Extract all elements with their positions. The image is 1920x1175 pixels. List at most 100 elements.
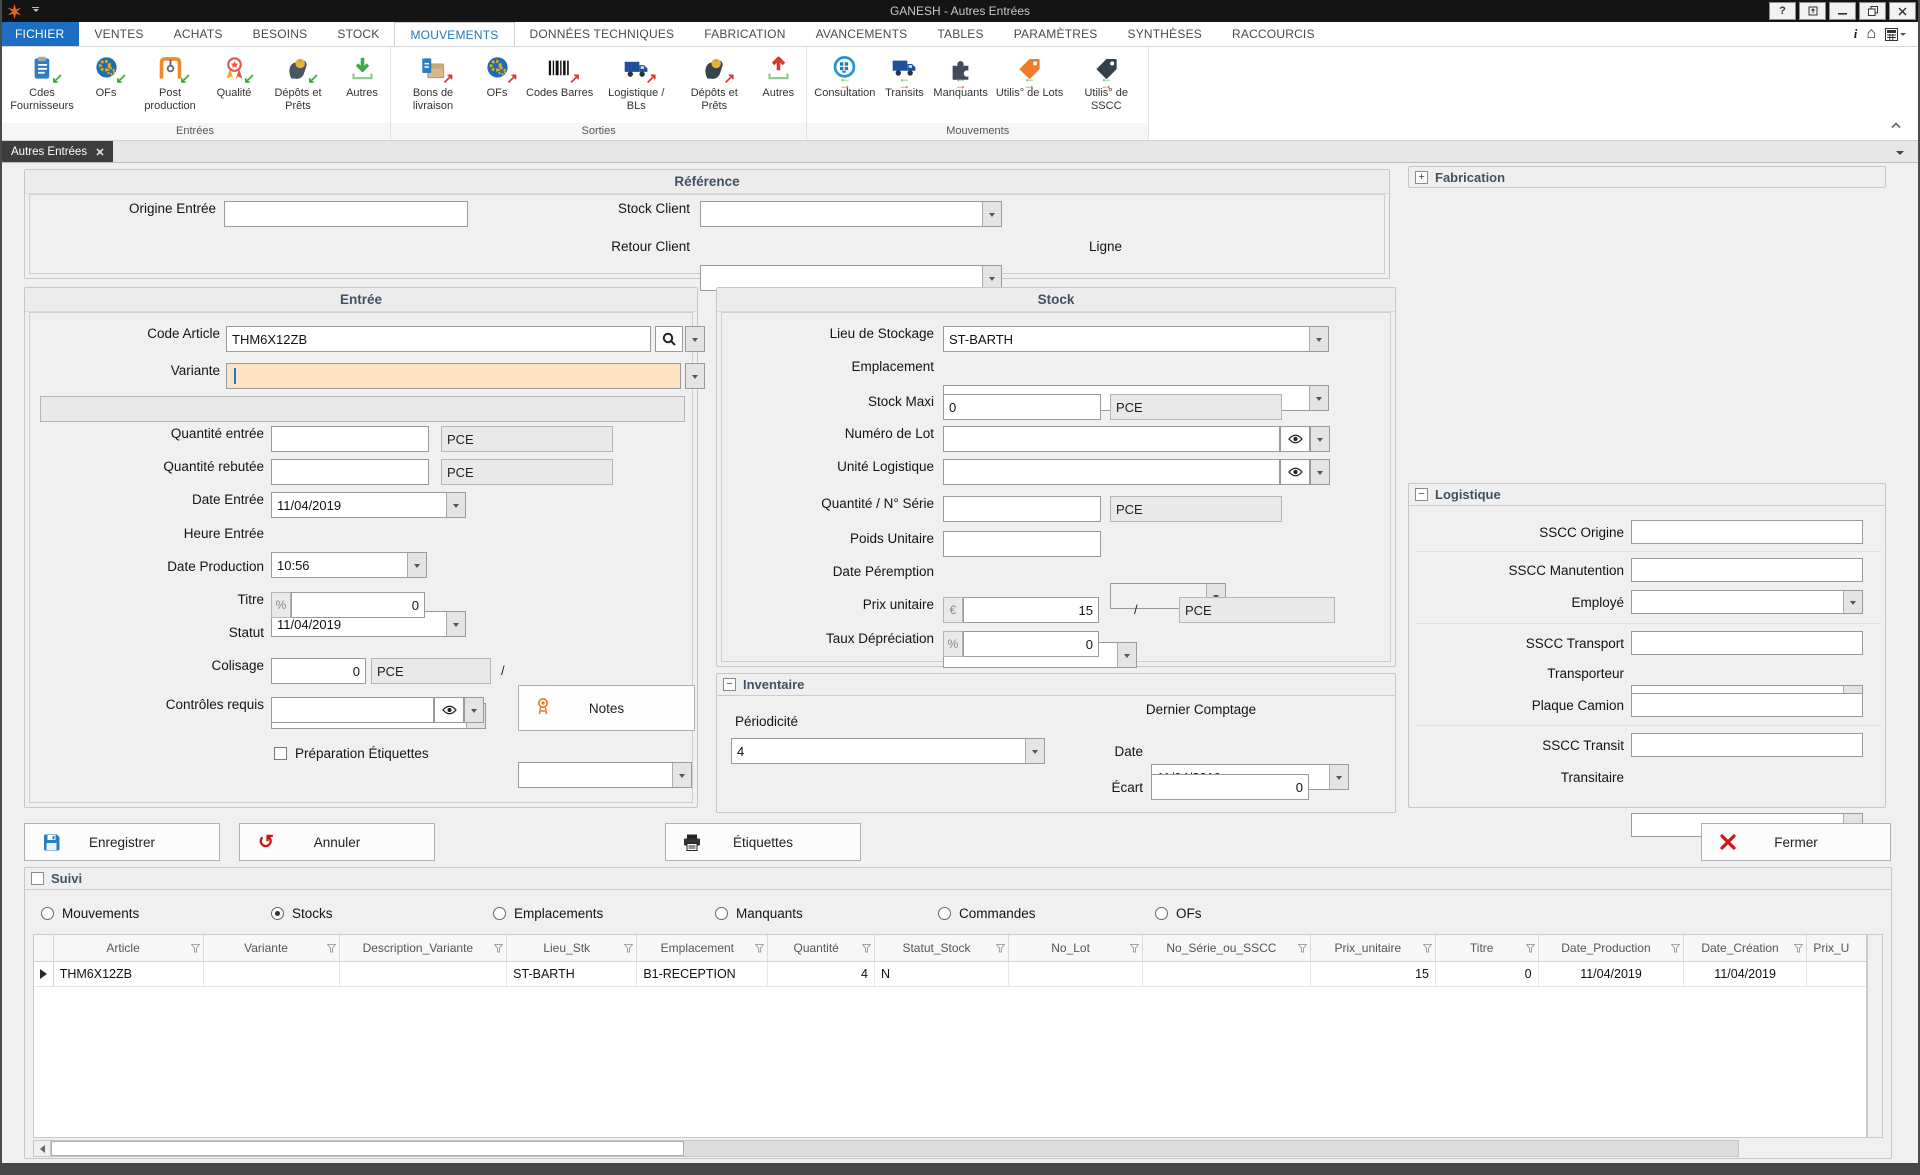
collapse-icon[interactable]: − <box>723 678 736 691</box>
ribbon-item-depots-prets-entree[interactable]: ↙ Dépôts et Prêts <box>259 49 337 114</box>
sscc-manutention-input[interactable] <box>1631 558 1863 582</box>
colisage-combo[interactable] <box>518 762 692 788</box>
qte-rebutee-input[interactable] <box>271 459 429 485</box>
radio-manquants[interactable]: Manquants <box>715 906 803 921</box>
date-entree-combo[interactable]: 11/04/2019 <box>271 492 466 518</box>
col-variante[interactable]: Variante <box>204 935 340 961</box>
col-date-creation[interactable]: Date_Création <box>1684 935 1806 961</box>
col-description-variante[interactable]: Description_Variante <box>340 935 508 961</box>
ribbon-item-transits[interactable]: ←→ Transits <box>879 49 929 101</box>
table-row[interactable]: THM6X12ZB ST-BARTH B1-RECEPTION 4 N 15 0… <box>34 962 1866 987</box>
variante-dropdown-icon[interactable] <box>685 363 705 389</box>
qte-entree-input[interactable] <box>271 426 429 452</box>
eye-icon[interactable] <box>434 697 464 723</box>
tab-mouvements[interactable]: MOUVEMENTS <box>394 22 514 46</box>
code-article-input[interactable]: THM6X12ZB <box>226 326 651 352</box>
col-prix-u[interactable]: Prix_U <box>1807 935 1866 961</box>
taux-depreciation-input[interactable]: 0 <box>963 631 1099 657</box>
ribbon-pin-button[interactable] <box>1799 2 1826 20</box>
ribbon-item-cdes-fournisseurs[interactable]: ↙ Cdes Fournisseurs <box>3 49 81 114</box>
help-button[interactable]: ? <box>1769 2 1796 20</box>
lot-dropdown-icon[interactable] <box>1310 426 1330 452</box>
controles-dropdown-icon[interactable] <box>464 697 484 723</box>
eye-icon[interactable] <box>1280 426 1310 452</box>
ribbon-item-ofs-entree[interactable]: ↙ OFs <box>81 49 131 101</box>
horizontal-scrollbar[interactable] <box>33 1140 1739 1157</box>
col-lieu-stk[interactable]: Lieu_Stk <box>507 935 637 961</box>
tab-syntheses[interactable]: SYNTHÈSES <box>1113 22 1218 46</box>
tab-fichier[interactable]: FICHIER <box>0 22 79 46</box>
minimize-button[interactable] <box>1829 2 1856 20</box>
prix-unitaire-input[interactable]: 15 <box>963 597 1099 623</box>
radio-commandes[interactable]: Commandes <box>938 906 1036 921</box>
ribbon-item-bons-livraison[interactable]: ↗ Bons de livraison <box>394 49 472 114</box>
ribbon-item-qualite[interactable]: ↙ Qualité <box>209 49 259 101</box>
etiquettes-button[interactable]: Étiquettes <box>665 823 861 861</box>
info-icon[interactable]: i <box>1854 26 1858 42</box>
col-article[interactable]: Article <box>54 935 204 961</box>
enregistrer-button[interactable]: Enregistrer <box>24 823 220 861</box>
sscc-origine-input[interactable] <box>1631 520 1863 544</box>
restore-button[interactable] <box>1859 2 1886 20</box>
titre-input[interactable]: 0 <box>291 592 425 618</box>
ribbon-item-ofs-sortie[interactable]: ↗ OFs <box>472 49 522 101</box>
radio-ofs[interactable]: OFs <box>1155 906 1202 921</box>
radio-mouvements[interactable]: Mouvements <box>41 906 139 921</box>
vertical-scrollbar[interactable] <box>1867 934 1883 1138</box>
search-icon[interactable] <box>655 326 683 352</box>
variante-input[interactable] <box>226 363 681 389</box>
ribbon-item-codes-barres[interactable]: ↗ Codes Barres <box>522 49 597 101</box>
radio-emplacements[interactable]: Emplacements <box>493 906 603 921</box>
stock-client-combo[interactable] <box>700 201 1002 227</box>
tab-tables[interactable]: TABLES <box>922 22 998 46</box>
tab-besoins[interactable]: BESOINS <box>238 22 323 46</box>
scroll-left-icon[interactable] <box>34 1141 51 1156</box>
close-button[interactable] <box>1889 2 1916 20</box>
close-tab-icon[interactable] <box>96 148 104 156</box>
sscc-transport-input[interactable] <box>1631 631 1863 655</box>
col-emplacement[interactable]: Emplacement <box>637 935 768 961</box>
tab-stock[interactable]: STOCK <box>322 22 394 46</box>
notes-button[interactable]: Notes <box>518 685 695 731</box>
controles-requis-input[interactable] <box>271 697 434 723</box>
collapse-icon[interactable]: − <box>1415 488 1428 501</box>
plaque-camion-input[interactable] <box>1631 693 1863 717</box>
periodicite-combo[interactable]: 4 <box>731 738 1045 764</box>
ribbon-item-autres-sorties[interactable]: Autres <box>753 49 803 101</box>
stock-maxi-input[interactable]: 0 <box>943 394 1101 420</box>
col-no-lot[interactable]: No_Lot <box>1009 935 1143 961</box>
sscc-transit-input[interactable] <box>1631 733 1863 757</box>
prep-etiquettes-checkbox[interactable] <box>274 747 287 760</box>
col-prix-unitaire[interactable]: Prix_unitaire <box>1311 935 1436 961</box>
colisage-input[interactable]: 0 <box>271 658 366 684</box>
heure-entree-combo[interactable]: 10:56 <box>271 552 427 578</box>
radio-stocks[interactable]: Stocks <box>271 906 333 921</box>
tab-avancements[interactable]: AVANCEMENTS <box>801 22 923 46</box>
expand-icon[interactable]: + <box>1415 171 1428 184</box>
ul-dropdown-icon[interactable] <box>1310 459 1330 485</box>
origine-entree-input[interactable] <box>224 201 468 227</box>
ribbon-item-logistique-bls[interactable]: ↗ Logistique / BLs <box>597 49 675 114</box>
employe-combo[interactable] <box>1631 590 1863 614</box>
scrollbar-thumb[interactable] <box>51 1141 684 1156</box>
code-article-dropdown-icon[interactable] <box>685 326 705 352</box>
collapse-ribbon-icon[interactable] <box>1890 116 1902 134</box>
fermer-button[interactable]: Fermer <box>1701 823 1891 861</box>
lieu-stockage-combo[interactable]: ST-BARTH <box>943 326 1329 352</box>
ribbon-item-post-production[interactable]: ↙ Post production <box>131 49 209 114</box>
ribbon-item-manquants[interactable]: ←→ Manquants <box>929 49 991 101</box>
ribbon-item-depots-prets-sortie[interactable]: ↗ Dépôts et Prêts <box>675 49 753 114</box>
ribbon-item-utilis-lots[interactable]: ←→ Utilis° de Lots <box>992 49 1067 101</box>
col-no-serie-sscc[interactable]: No_Série_ou_SSCC <box>1143 935 1311 961</box>
col-titre[interactable]: Titre <box>1436 935 1539 961</box>
unite-logistique-input[interactable] <box>943 459 1280 485</box>
ecart-input[interactable]: 0 <box>1151 774 1309 800</box>
col-statut-stock[interactable]: Statut_Stock <box>875 935 1009 961</box>
ribbon-item-utilis-sscc[interactable]: ←→ Utilis° de SSCC <box>1067 49 1145 114</box>
col-quantite[interactable]: Quantité <box>768 935 875 961</box>
numero-lot-input[interactable] <box>943 426 1280 452</box>
eye-icon[interactable] <box>1280 459 1310 485</box>
tab-fabrication[interactable]: FABRICATION <box>689 22 800 46</box>
tab-donnees-techniques[interactable]: DONNÉES TECHNIQUES <box>515 22 690 46</box>
ribbon-item-consultation[interactable]: ←→ Consultation <box>810 49 879 101</box>
